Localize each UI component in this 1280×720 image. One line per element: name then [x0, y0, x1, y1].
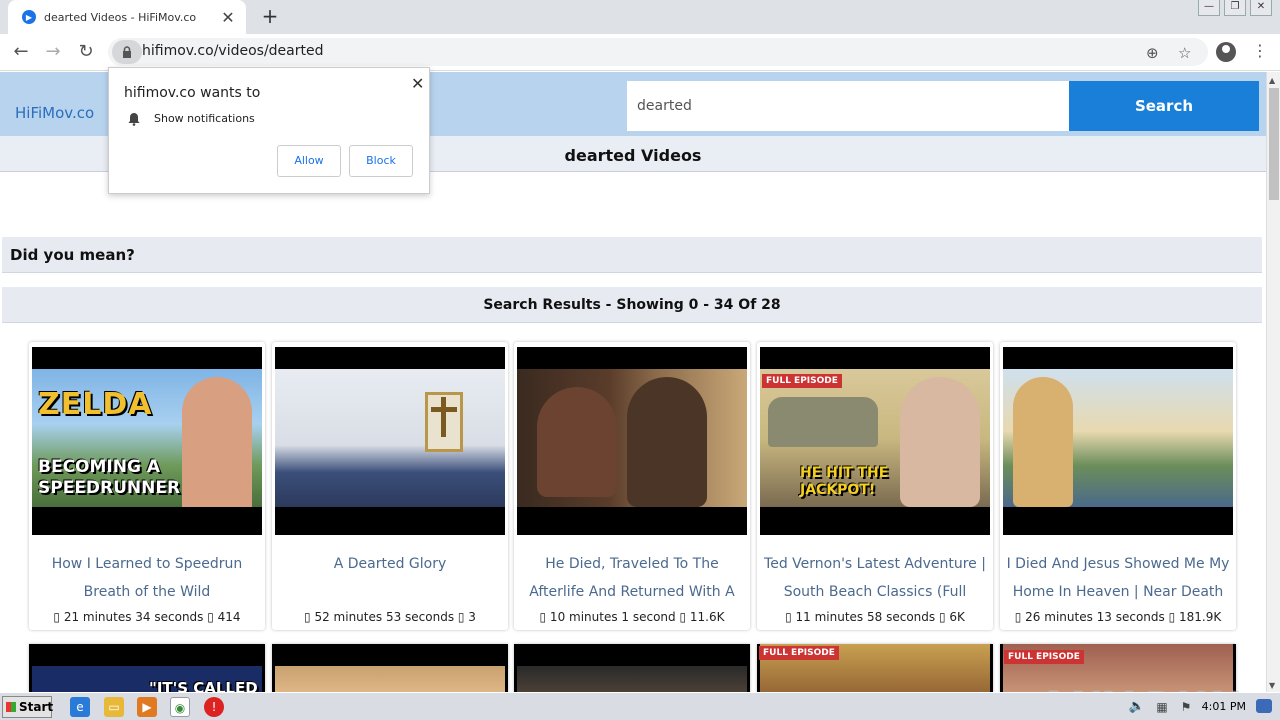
bell-icon: [128, 113, 140, 126]
media-player-icon[interactable]: ▶: [137, 697, 157, 717]
url-text: hifimov.co/videos/dearted: [142, 43, 324, 59]
did-you-mean-heading: Did you mean?: [2, 237, 1262, 273]
results-summary: Search Results - Showing 0 - 34 Of 28: [2, 287, 1262, 323]
full-episode-badge: FULL EPISODE: [762, 374, 842, 388]
forward-icon[interactable]: →: [42, 42, 64, 62]
chrome-icon[interactable]: ◉: [170, 697, 190, 717]
show-desktop-icon[interactable]: [1256, 699, 1272, 713]
address-bar[interactable]: hifimov.co/videos/dearted ⊕ ☆: [108, 38, 1208, 66]
taskbar-clock: 4:01 PM: [1201, 700, 1246, 713]
video-card[interactable]: "IT'S CALLED: [29, 644, 265, 692]
video-logo-text: ZELDA: [38, 387, 153, 422]
lock-icon[interactable]: [112, 40, 142, 64]
video-card[interactable]: [514, 644, 750, 692]
close-window-button[interactable]: ✕: [1250, 0, 1272, 16]
allow-button[interactable]: Allow: [277, 145, 341, 177]
video-title[interactable]: Ted Vernon's Latest Adventure | South Be…: [757, 550, 993, 606]
video-card[interactable]: FULL EPISODE: [757, 644, 993, 692]
browser-tab[interactable]: ▶ dearted Videos - HiFiMov.co ✕: [8, 0, 246, 34]
notification-permission-popup: hifimov.co wants to ✕ Show notifications…: [108, 67, 430, 194]
video-meta: ▯ 11 minutes 58 seconds ▯ 6K: [785, 610, 965, 624]
video-thumbnail[interactable]: ZELDA BECOMING A SPEEDRUNNER: [32, 347, 262, 535]
video-title[interactable]: I Died And Jesus Showed Me My Home In He…: [1000, 550, 1236, 606]
video-meta: ▯ 52 minutes 53 seconds ▯ 3: [304, 610, 476, 624]
scroll-down-icon[interactable]: ▼: [1269, 681, 1275, 690]
tab-strip: ▶ dearted Videos - HiFiMov.co ✕ + — ❐ ✕: [0, 0, 1280, 34]
video-overlay-text: BECOMING A SPEEDRUNNER: [38, 457, 181, 498]
bookmark-star-icon[interactable]: ☆: [1178, 44, 1191, 62]
video-card[interactable]: ZELDA BECOMING A SPEEDRUNNER How I Learn…: [29, 342, 265, 630]
volume-icon[interactable]: 🔈: [1127, 697, 1147, 717]
page-scrollbar[interactable]: ▲ ▼: [1266, 72, 1280, 692]
person-figure: [627, 377, 707, 507]
folder-icon[interactable]: ▭: [104, 697, 124, 717]
video-card[interactable]: FULL EPISODE HE HIT THE JACKPOT! Ted Ver…: [757, 342, 993, 630]
video-card[interactable]: [272, 644, 508, 692]
video-thumbnail[interactable]: [517, 347, 747, 535]
new-tab-button[interactable]: +: [258, 5, 282, 29]
network-icon[interactable]: ▦: [1152, 697, 1172, 717]
video-thumbnail[interactable]: [275, 347, 505, 535]
video-meta: ▯ 21 minutes 34 seconds ▯ 414: [53, 610, 241, 624]
reload-icon[interactable]: ↻: [75, 42, 97, 62]
back-icon[interactable]: ←: [10, 42, 32, 62]
opera-icon[interactable]: !: [204, 697, 224, 717]
video-thumbnail[interactable]: FULL EPISODE HE HIT THE JACKPOT!: [760, 347, 990, 535]
video-thumbnail[interactable]: [275, 666, 505, 692]
video-overlay-text: HE HIT THE JACKPOT!: [800, 465, 889, 498]
close-icon[interactable]: ✕: [411, 74, 424, 93]
watermark-text: ANY.RUN: [1038, 684, 1244, 692]
popup-permission-text: Show notifications: [154, 112, 255, 125]
browser-toolbar: ← → ↻ hifimov.co/videos/dearted ⊕ ☆ ⋮: [0, 34, 1280, 71]
video-thumbnail[interactable]: [1003, 347, 1233, 535]
video-overlay-text: "IT'S CALLED: [149, 679, 258, 692]
add-icon[interactable]: ⊕: [1146, 44, 1159, 62]
taskbar: Start e ▭ ▶ ◉ ! 🔈 ▦ ⚑ 4:01 PM: [0, 692, 1280, 720]
video-title[interactable]: He Died, Traveled To The Afterlife And R…: [514, 550, 750, 606]
ie-icon[interactable]: e: [70, 697, 90, 717]
profile-avatar-icon[interactable]: [1216, 42, 1236, 62]
video-meta: ▯ 10 minutes 1 second ▯ 11.6K: [539, 610, 725, 624]
block-button[interactable]: Block: [349, 145, 413, 177]
restore-button[interactable]: ❐: [1224, 0, 1246, 16]
video-card[interactable]: A Dearted Glory ▯ 52 minutes 53 seconds …: [272, 342, 508, 630]
full-episode-badge: FULL EPISODE: [1004, 650, 1084, 664]
start-button[interactable]: Start: [2, 696, 53, 718]
video-meta: ▯ 26 minutes 13 seconds ▯ 181.9K: [1014, 610, 1222, 624]
video-thumbnail[interactable]: [517, 666, 747, 692]
scroll-up-icon[interactable]: ▲: [1269, 76, 1275, 85]
video-card[interactable]: He Died, Traveled To The Afterlife And R…: [514, 342, 750, 630]
cross-bar: [431, 407, 457, 412]
person-figure: [1013, 377, 1073, 507]
popup-heading: hifimov.co wants to: [124, 85, 261, 101]
video-title[interactable]: How I Learned to Speedrun Breath of the …: [29, 550, 265, 606]
scroll-thumb[interactable]: [1269, 88, 1279, 200]
window-controls: — ❐ ✕: [1198, 0, 1272, 16]
close-tab-icon[interactable]: ✕: [220, 8, 236, 27]
site-logo[interactable]: HiFiMov.co: [15, 104, 94, 122]
cross-icon: [441, 397, 446, 437]
car-figure: [768, 397, 878, 447]
site-favicon-icon: ▶: [22, 10, 36, 24]
person-figure: [537, 387, 617, 497]
tab-title: dearted Videos - HiFiMov.co: [44, 10, 197, 24]
search-button[interactable]: Search: [1069, 81, 1259, 131]
video-title[interactable]: A Dearted Glory: [272, 550, 508, 606]
full-episode-badge: FULL EPISODE: [759, 646, 839, 660]
person-figure: [900, 377, 980, 507]
video-card[interactable]: I Died And Jesus Showed Me My Home In He…: [1000, 342, 1236, 630]
minimize-button[interactable]: —: [1198, 0, 1220, 16]
flag-icon[interactable]: ⚑: [1176, 697, 1196, 717]
menu-kebab-icon[interactable]: ⋮: [1252, 42, 1268, 60]
search-input[interactable]: [627, 81, 1069, 131]
